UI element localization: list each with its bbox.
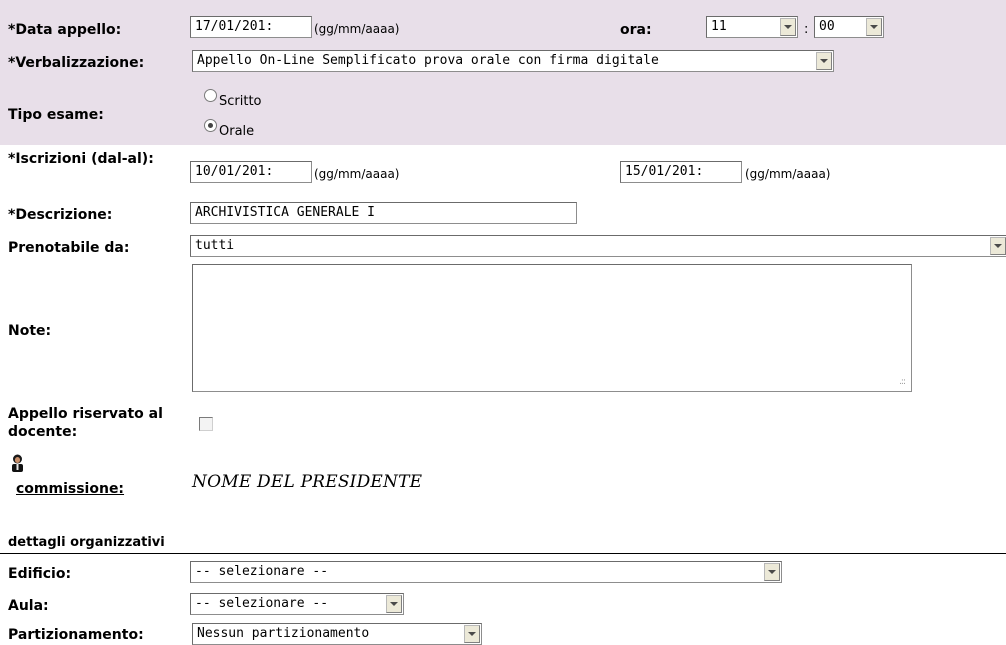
iscrizioni-label: *Iscrizioni (dal-al): [8,151,154,167]
chevron-down-icon [386,595,402,613]
descrizione-label: *Descrizione: [8,207,113,223]
appello-riservato-label: Appello riservato al docente: [8,406,163,440]
verbalizzazione-select[interactable]: Appello On-Line Semplificato prova orale… [192,50,834,72]
ora-separator: : [804,22,809,37]
note-label: Note: [8,323,52,339]
aula-value: -- selezionare -- [195,596,329,611]
prenotabile-da-label: Prenotabile da: [8,240,130,256]
iscrizioni-from-input[interactable]: 10/01/201: [190,161,312,183]
ora-hour-select[interactable]: 11 [706,16,798,38]
ora-minute-select[interactable]: 00 [814,16,884,38]
prenotabile-da-value: tutti [195,238,235,253]
radio-scritto[interactable] [204,89,217,102]
iscrizioni-to-hint: (gg/mm/aaaa) [745,167,831,181]
radio-orale-label: Orale [219,124,255,139]
iscrizioni-from-hint: (gg/mm/aaaa) [314,167,400,181]
prenotabile-da-select[interactable]: tutti [190,235,1006,257]
verbalizzazione-label: *Verbalizzazione: [8,55,145,71]
data-appello-label: *Data appello: [8,22,122,38]
radio-scritto-label: Scritto [219,94,262,109]
aula-label: Aula: [8,598,49,614]
resize-grip-icon[interactable]: .:: [899,377,906,387]
chevron-down-icon [816,52,832,70]
data-appello-input[interactable]: 17/01/201: [190,16,312,38]
iscrizioni-to-input[interactable]: 15/01/201: [620,161,742,183]
edificio-select[interactable]: -- selezionare -- [190,561,782,583]
verbalizzazione-value: Appello On-Line Semplificato prova orale… [197,53,659,68]
descrizione-input[interactable]: ARCHIVISTICA GENERALE I [190,202,577,224]
ora-minute-value: 00 [819,19,835,34]
partizionamento-label: Partizionamento: [8,627,144,643]
section-divider [0,553,1006,554]
partizionamento-select[interactable]: Nessun partizionamento [192,623,482,645]
partizionamento-value: Nessun partizionamento [197,626,370,641]
aula-select[interactable]: -- selezionare -- [190,593,404,615]
chevron-down-icon [464,625,480,643]
appello-riservato-checkbox[interactable] [199,417,213,431]
ora-hour-value: 11 [711,19,727,34]
commissione-link[interactable]: commissione: [16,481,124,497]
edificio-label: Edificio: [8,566,72,582]
radio-orale[interactable] [204,119,217,132]
chevron-down-icon [866,18,882,36]
ora-label: ora: [620,22,652,38]
person-icon [10,454,25,472]
chevron-down-icon [764,563,780,581]
tipo-esame-label: Tipo esame: [8,107,104,123]
data-appello-hint: (gg/mm/aaaa) [314,22,400,36]
chevron-down-icon [780,18,796,36]
edificio-value: -- selezionare -- [195,564,329,579]
note-textarea[interactable]: .:: [192,264,912,392]
chevron-down-icon [990,237,1006,255]
president-name: NOME DEL PRESIDENTE [192,472,423,492]
section-title-dettagli: dettagli organizzativi [8,535,165,550]
